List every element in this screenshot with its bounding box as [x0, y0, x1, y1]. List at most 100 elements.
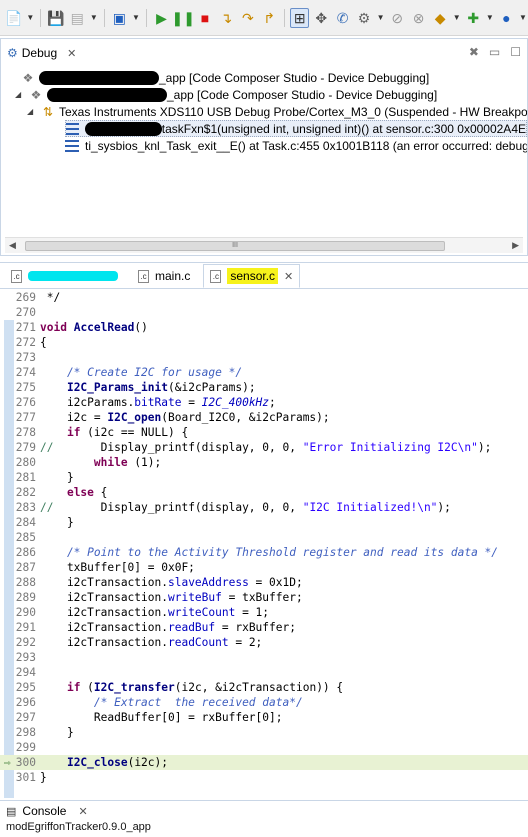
terminal-dropdown-icon[interactable]: ▼: [131, 8, 141, 28]
code-line[interactable]: 300 ⇨ I2C_close(i2c);: [0, 755, 528, 770]
stack-frame[interactable]: ti_sysbios_knl_Task_exit__E() at Task.c:…: [65, 137, 527, 154]
debug-tree-item[interactable]: ◢ ⇅ Texas Instruments XDS110 USB Debug P…: [27, 103, 527, 120]
run-dropdown-icon[interactable]: ▼: [485, 8, 495, 28]
debug-dropdown-icon[interactable]: ▼: [518, 8, 528, 28]
code-text: i2c = I2C_open(Board_I2C0, &i2cParams);: [40, 411, 330, 424]
code-line[interactable]: 298 }: [0, 725, 528, 740]
code-line[interactable]: 285: [0, 530, 528, 545]
code-line[interactable]: 277 i2c = I2C_open(Board_I2C0, &i2cParam…: [0, 410, 528, 425]
code-line[interactable]: 281 }: [0, 470, 528, 485]
close-icon[interactable]: ✕: [78, 805, 87, 818]
line-number: 298: [15, 726, 36, 739]
stop-icon[interactable]: ■: [195, 8, 214, 28]
code-line[interactable]: 301}: [0, 770, 528, 785]
code-text: // Display_printf(display, 0, 0, "I2C In…: [40, 501, 451, 514]
code-line[interactable]: 275 I2C_Params_init(&i2cParams);: [0, 380, 528, 395]
suspend-icon[interactable]: ❚❚: [172, 8, 195, 28]
save-dropdown-icon[interactable]: ▼: [89, 8, 99, 28]
code-line[interactable]: 287 txBuffer[0] = 0x0F;: [0, 560, 528, 575]
new-file-icon[interactable]: 📄: [4, 8, 23, 28]
code-line[interactable]: 272 {: [0, 335, 528, 350]
code-line[interactable]: 295 if (I2C_transfer(i2c, &i2cTransactio…: [0, 680, 528, 695]
code-line[interactable]: 283 // Display_printf(display, 0, 0, "I2C…: [0, 500, 528, 515]
code-line[interactable]: 274 /* Create I2C for usage */: [0, 365, 528, 380]
code-line[interactable]: 291 i2cTransaction.readBuf = rxBuffer;: [0, 620, 528, 635]
code-line[interactable]: 273: [0, 350, 528, 365]
line-number: 272: [15, 336, 36, 349]
load-dropdown-icon[interactable]: ▼: [452, 8, 462, 28]
scroll-left-icon[interactable]: ◀: [9, 240, 16, 251]
close-icon[interactable]: ✕: [284, 270, 293, 283]
code-line[interactable]: 276 i2cParams.bitRate = I2C_400kHz;: [0, 395, 528, 410]
console-tab-label[interactable]: Console: [22, 804, 66, 818]
tab-sensor-c[interactable]: .c sensor.c ✕: [203, 264, 301, 288]
scroll-right-icon[interactable]: ▶: [512, 240, 519, 251]
reset-dropdown-icon[interactable]: ▼: [376, 8, 386, 28]
code-line[interactable]: 284 }: [0, 515, 528, 530]
remove-breakpoint-icon[interactable]: ⊘: [388, 8, 407, 28]
line-number: 295: [15, 681, 36, 694]
save-icon[interactable]: 💾: [46, 8, 65, 28]
skip-breakpoints-icon[interactable]: ⊗: [409, 8, 428, 28]
load-icon[interactable]: ◆: [430, 8, 449, 28]
code-line[interactable]: 270: [0, 305, 528, 320]
resume-icon[interactable]: ▶: [152, 8, 171, 28]
reset-icon[interactable]: ⚙: [354, 8, 373, 28]
code-text: {: [40, 336, 47, 349]
code-area[interactable]: 269 */270 271 void AccelRead() 272 {273 274 /…: [0, 290, 528, 798]
code-text: void AccelRead(): [40, 321, 148, 334]
code-line[interactable]: 293: [0, 650, 528, 665]
run-icon[interactable]: ✚: [464, 8, 483, 28]
code-line[interactable]: 279 // Display_printf(display, 0, 0, "Err…: [0, 440, 528, 455]
terminal-icon[interactable]: ▣: [110, 8, 129, 28]
code-line[interactable]: 297 ReadBuffer[0] = rxBuffer[0];: [0, 710, 528, 725]
code-line[interactable]: 296 /* Extract the received data*/: [0, 695, 528, 710]
code-line[interactable]: 292 i2cTransaction.readCount = 2;: [0, 635, 528, 650]
line-number: 270: [15, 306, 36, 319]
code-text: /* Extract the received data*/: [40, 696, 303, 709]
code-line[interactable]: 269 */: [0, 290, 528, 305]
tab-redacted-file[interactable]: .c: [4, 264, 125, 288]
link-icon[interactable]: ✥: [311, 8, 330, 28]
maximize-icon[interactable]: ☐: [510, 45, 521, 59]
editor-tabbar: .c .c main.c .c sensor.c ✕: [0, 263, 528, 289]
bug-icon: ⚙: [7, 46, 18, 60]
line-number: 280: [15, 456, 36, 469]
horizontal-scrollbar[interactable]: ◀ III ▶: [5, 237, 523, 253]
code-line[interactable]: 282 else {: [0, 485, 528, 500]
code-text: i2cTransaction.writeBuf = txBuffer;: [40, 591, 303, 604]
instruction-pointer-icon: ⇨: [4, 756, 11, 769]
line-number: 297: [15, 711, 36, 724]
code-line[interactable]: 278 if (i2c == NULL) {: [0, 425, 528, 440]
code-text: I2C_Params_init(&i2cParams);: [66, 381, 256, 394]
minimize-icon[interactable]: ▭: [489, 45, 500, 59]
scrollbar-thumb[interactable]: III: [25, 241, 445, 251]
save-all-icon[interactable]: ▤: [68, 8, 87, 28]
code-line[interactable]: 294: [0, 665, 528, 680]
debug-tree-item[interactable]: ◢ ❖ _app [Code Composer Studio - Device …: [15, 86, 437, 103]
line-number: 296: [15, 696, 36, 709]
code-line[interactable]: 288 i2cTransaction.slaveAddress = 0x1D;: [0, 575, 528, 590]
new-dropdown-icon[interactable]: ▼: [25, 8, 35, 28]
debug-icon[interactable]: ●: [497, 8, 516, 28]
redacted-text: [85, 121, 162, 136]
code-text: }: [40, 471, 74, 484]
code-line[interactable]: 290 i2cTransaction.writeCount = 1;: [0, 605, 528, 620]
remove-all-terminated-icon[interactable]: ✖: [469, 45, 479, 59]
code-line[interactable]: 299: [0, 740, 528, 755]
code-line[interactable]: 280 while (1);: [0, 455, 528, 470]
code-line[interactable]: 286 /* Point to the Activity Threshold r…: [0, 545, 528, 560]
debug-tree-item[interactable]: ❖ _app [Code Composer Studio - Device De…: [17, 69, 429, 86]
code-line[interactable]: 289 i2cTransaction.writeBuf = txBuffer;: [0, 590, 528, 605]
breakpoint-icon[interactable]: ✆: [333, 8, 352, 28]
step-into-icon[interactable]: ↴: [217, 8, 236, 28]
instruction-step-icon[interactable]: ⊞: [289, 7, 310, 28]
step-over-icon[interactable]: ↷: [238, 8, 257, 28]
code-line[interactable]: 271 void AccelRead(): [0, 320, 528, 335]
close-icon[interactable]: ✕: [67, 47, 76, 60]
code-text: */: [40, 291, 61, 304]
stack-frame-selected[interactable]: taskFxn$1(unsigned int, unsigned int)() …: [65, 120, 527, 137]
step-return-icon[interactable]: ↱: [260, 8, 279, 28]
tab-debug[interactable]: ⚙ Debug ✕: [7, 46, 76, 60]
tab-main-c[interactable]: .c main.c: [131, 264, 197, 288]
